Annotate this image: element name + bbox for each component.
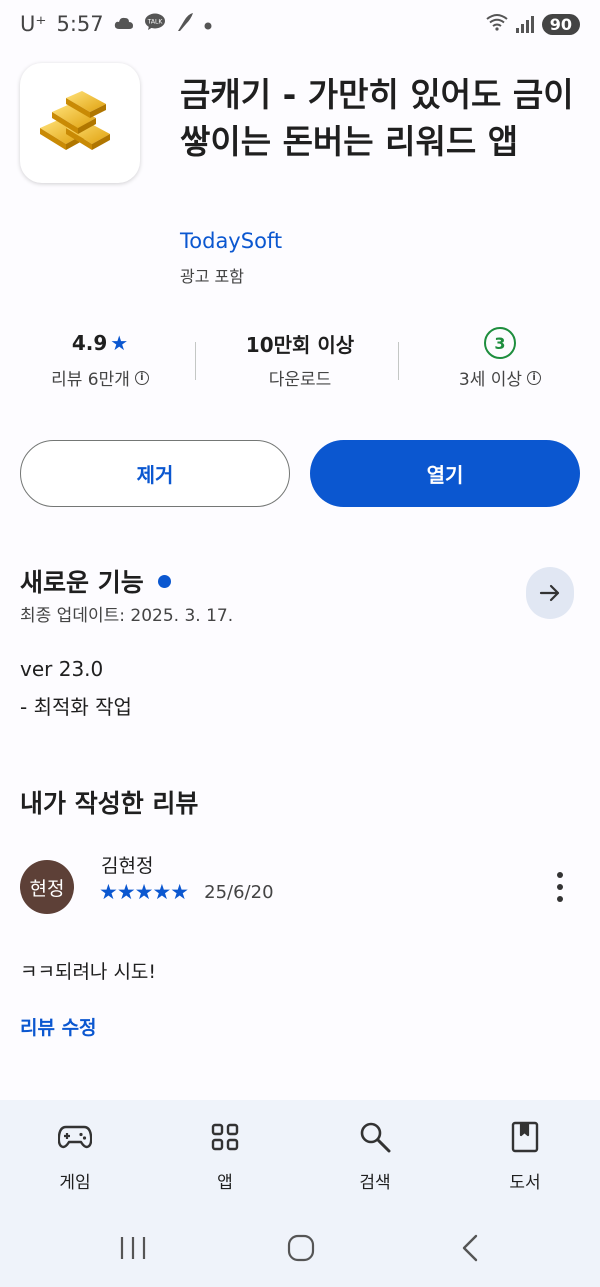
talk-icon: TALK — [144, 13, 166, 35]
developer-link[interactable]: TodaySoft — [180, 229, 282, 253]
clock: 5:57 — [56, 12, 104, 36]
home-icon[interactable] — [285, 1230, 317, 1266]
nav-label: 게임 — [59, 1173, 91, 1193]
battery-indicator: 90 — [541, 13, 580, 35]
gold-bars-icon[interactable] — [20, 63, 140, 183]
my-review-title: 내가 작성한 리뷰 — [20, 789, 199, 818]
last-updated: 최종 업데이트: 2025. 3. 17. — [20, 606, 234, 626]
app-stats: 4.9 ★ 리뷰 6만개 i 10만회 이상 다운로드 3 3세 이상 i — [0, 325, 600, 400]
system-navigation-bar — [0, 1210, 600, 1287]
cloud-icon — [114, 15, 134, 34]
nav-label: 도서 — [509, 1173, 541, 1193]
age-rating-badge: 3 — [484, 327, 516, 359]
edit-review-link[interactable]: 리뷰 수정 — [20, 1013, 97, 1040]
status-bar: U⁺ 5:57 TALK 90 — [0, 0, 600, 54]
uninstall-button[interactable]: 제거 — [20, 440, 290, 507]
rating-stat[interactable]: 4.9 ★ 리뷰 6만개 i — [0, 325, 200, 400]
bottom-navigation: 게임 앱 검색 도서 — [0, 1100, 600, 1210]
reviewer-name: 김현정 — [101, 855, 154, 877]
more-options-icon[interactable] — [553, 872, 567, 902]
quill-icon — [176, 12, 194, 36]
downloads-stat: 10만회 이상 다운로드 — [200, 325, 400, 400]
review-date: 25/6/20 — [204, 881, 274, 903]
new-indicator-dot — [157, 574, 171, 588]
search-icon — [359, 1120, 391, 1154]
nav-label: 검색 — [359, 1173, 391, 1193]
rating-value: 4.9 — [71, 331, 108, 355]
nav-search[interactable]: 검색 — [300, 1100, 450, 1210]
release-note: - 최적화 작업 — [20, 695, 132, 719]
book-icon — [511, 1120, 539, 1154]
nav-label: 앱 — [217, 1173, 233, 1193]
recents-icon[interactable] — [118, 1230, 148, 1266]
signal-icon — [515, 15, 534, 33]
dot-icon — [204, 15, 212, 34]
talk-label: TALK — [146, 19, 163, 26]
review-rating: ★★★★★ 25/6/20 — [99, 880, 274, 904]
star-icon: ★ — [110, 331, 129, 355]
carrier-label: U⁺ — [20, 12, 47, 36]
whats-new-heading[interactable]: 새로운 기능 — [20, 563, 171, 599]
gamepad-icon — [58, 1120, 92, 1154]
age-rating-label: 3세 이상 — [458, 370, 523, 390]
ads-notice: 광고 포함 — [180, 267, 244, 286]
nav-games[interactable]: 게임 — [0, 1100, 150, 1210]
review-text: ㅋㅋ되려나 시도! — [20, 961, 157, 983]
apps-grid-icon — [211, 1120, 239, 1154]
downloads-label: 다운로드 — [268, 370, 332, 390]
info-icon: i — [134, 370, 149, 385]
app-header: 금캐기 - 가만히 있어도 금이 쌓이는 돈버는 리워드 앱 TodaySoft… — [20, 63, 580, 293]
info-icon: i — [527, 370, 542, 385]
nav-books[interactable]: 도서 — [450, 1100, 600, 1210]
status-left: U⁺ 5:57 TALK — [20, 12, 212, 36]
stats-divider — [398, 342, 399, 380]
downloads-value: 10만회 이상 — [245, 332, 355, 357]
whats-new-arrow-button[interactable] — [526, 567, 574, 619]
open-button[interactable]: 열기 — [310, 440, 580, 507]
status-right: 90 — [486, 13, 580, 35]
nav-apps[interactable]: 앱 — [150, 1100, 300, 1210]
reviews-count: 리뷰 6만개 — [51, 370, 130, 390]
avatar: 현정 — [20, 860, 74, 914]
release-note: ver 23.0 — [20, 657, 104, 681]
whats-new-title: 새로운 기능 — [20, 568, 144, 597]
app-title: 금캐기 - 가만히 있어도 금이 쌓이는 돈버는 리워드 앱 — [180, 75, 574, 161]
review-stars: ★★★★★ — [99, 880, 189, 904]
age-rating-stat[interactable]: 3 3세 이상 i — [400, 325, 600, 400]
back-icon[interactable] — [455, 1230, 485, 1266]
arrow-right-icon — [539, 584, 560, 602]
stats-divider — [195, 342, 196, 380]
wifi-icon — [486, 13, 508, 35]
